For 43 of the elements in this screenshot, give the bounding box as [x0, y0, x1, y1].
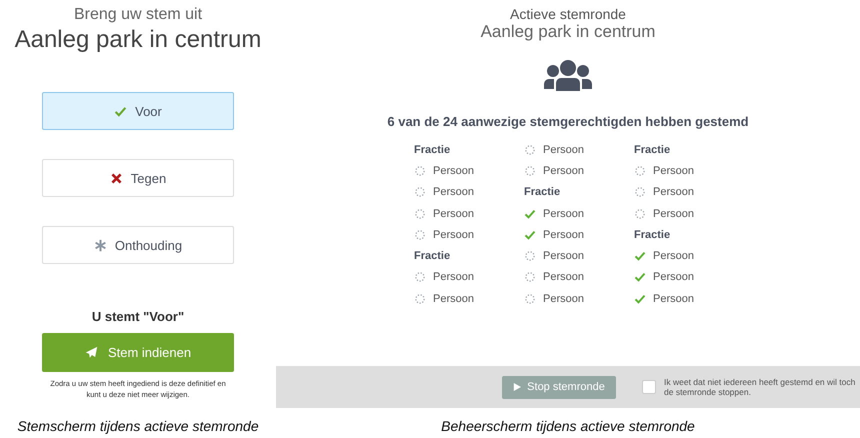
- confirm-label: Ik weet dat niet iedereen heeft gestemd en wil toch de stemronde stoppen.: [664, 376, 856, 398]
- asterisk-icon: [94, 238, 107, 252]
- person-name: Persoon: [543, 144, 584, 156]
- vote-option[interactable]: Onthouding: [42, 226, 234, 264]
- group-label: Fractie: [634, 228, 670, 241]
- person-name: Persoon: [433, 271, 474, 284]
- vote-option[interactable]: Tegen: [42, 159, 234, 197]
- cross-icon: [110, 172, 123, 184]
- person-name: Persoon: [543, 208, 584, 220]
- person-name: Persoon: [543, 250, 584, 262]
- group-label: Fractie: [524, 186, 560, 198]
- play-icon: [513, 383, 522, 391]
- person-name: Persoon: [653, 292, 694, 305]
- person-name: Persoon: [433, 208, 474, 220]
- person-name: Persoon: [543, 292, 584, 305]
- group-label: Fractie: [414, 250, 450, 262]
- person-name: Persoon: [653, 250, 694, 262]
- person-name: Persoon: [653, 271, 694, 284]
- vote-count-summary: 6 van de 24 aanwezige stemgerechtigden hebben gestemd: [387, 114, 749, 129]
- group-label: Fractie: [414, 144, 450, 156]
- person-name: Persoon: [653, 208, 694, 220]
- person-name: Persoon: [433, 186, 474, 198]
- confirm-checkbox[interactable]: [642, 380, 656, 394]
- person-name: Persoon: [543, 228, 584, 241]
- person-name: Persoon: [543, 271, 584, 284]
- person-name: Persoon: [433, 164, 474, 177]
- screen-caption: Beheerscherm tijdens actieve stemronde: [441, 418, 695, 434]
- chosen-vote-text: U stemt "Voor": [92, 309, 184, 324]
- screen-title: Aanleg park in centrum: [14, 26, 262, 54]
- users-icon: [542, 60, 594, 92]
- paper-plane-icon: [84, 346, 98, 359]
- person-name: Persoon: [653, 164, 694, 177]
- check-icon: [114, 104, 128, 118]
- screen-caption: Stemscherm tijdens actieve stemronde: [17, 418, 259, 434]
- screen-heading: Actieve stemronde: [510, 6, 626, 22]
- screen-title: Aanleg park in centrum: [480, 22, 656, 42]
- vote-option[interactable]: Voor: [42, 92, 234, 130]
- person-name: Persoon: [433, 292, 474, 305]
- person-name: Persoon: [653, 186, 694, 198]
- person-name: Persoon: [433, 228, 474, 241]
- person-name: Persoon: [543, 164, 584, 177]
- screen-heading: Breng uw stem uit: [74, 6, 202, 24]
- group-label: Fractie: [634, 144, 670, 156]
